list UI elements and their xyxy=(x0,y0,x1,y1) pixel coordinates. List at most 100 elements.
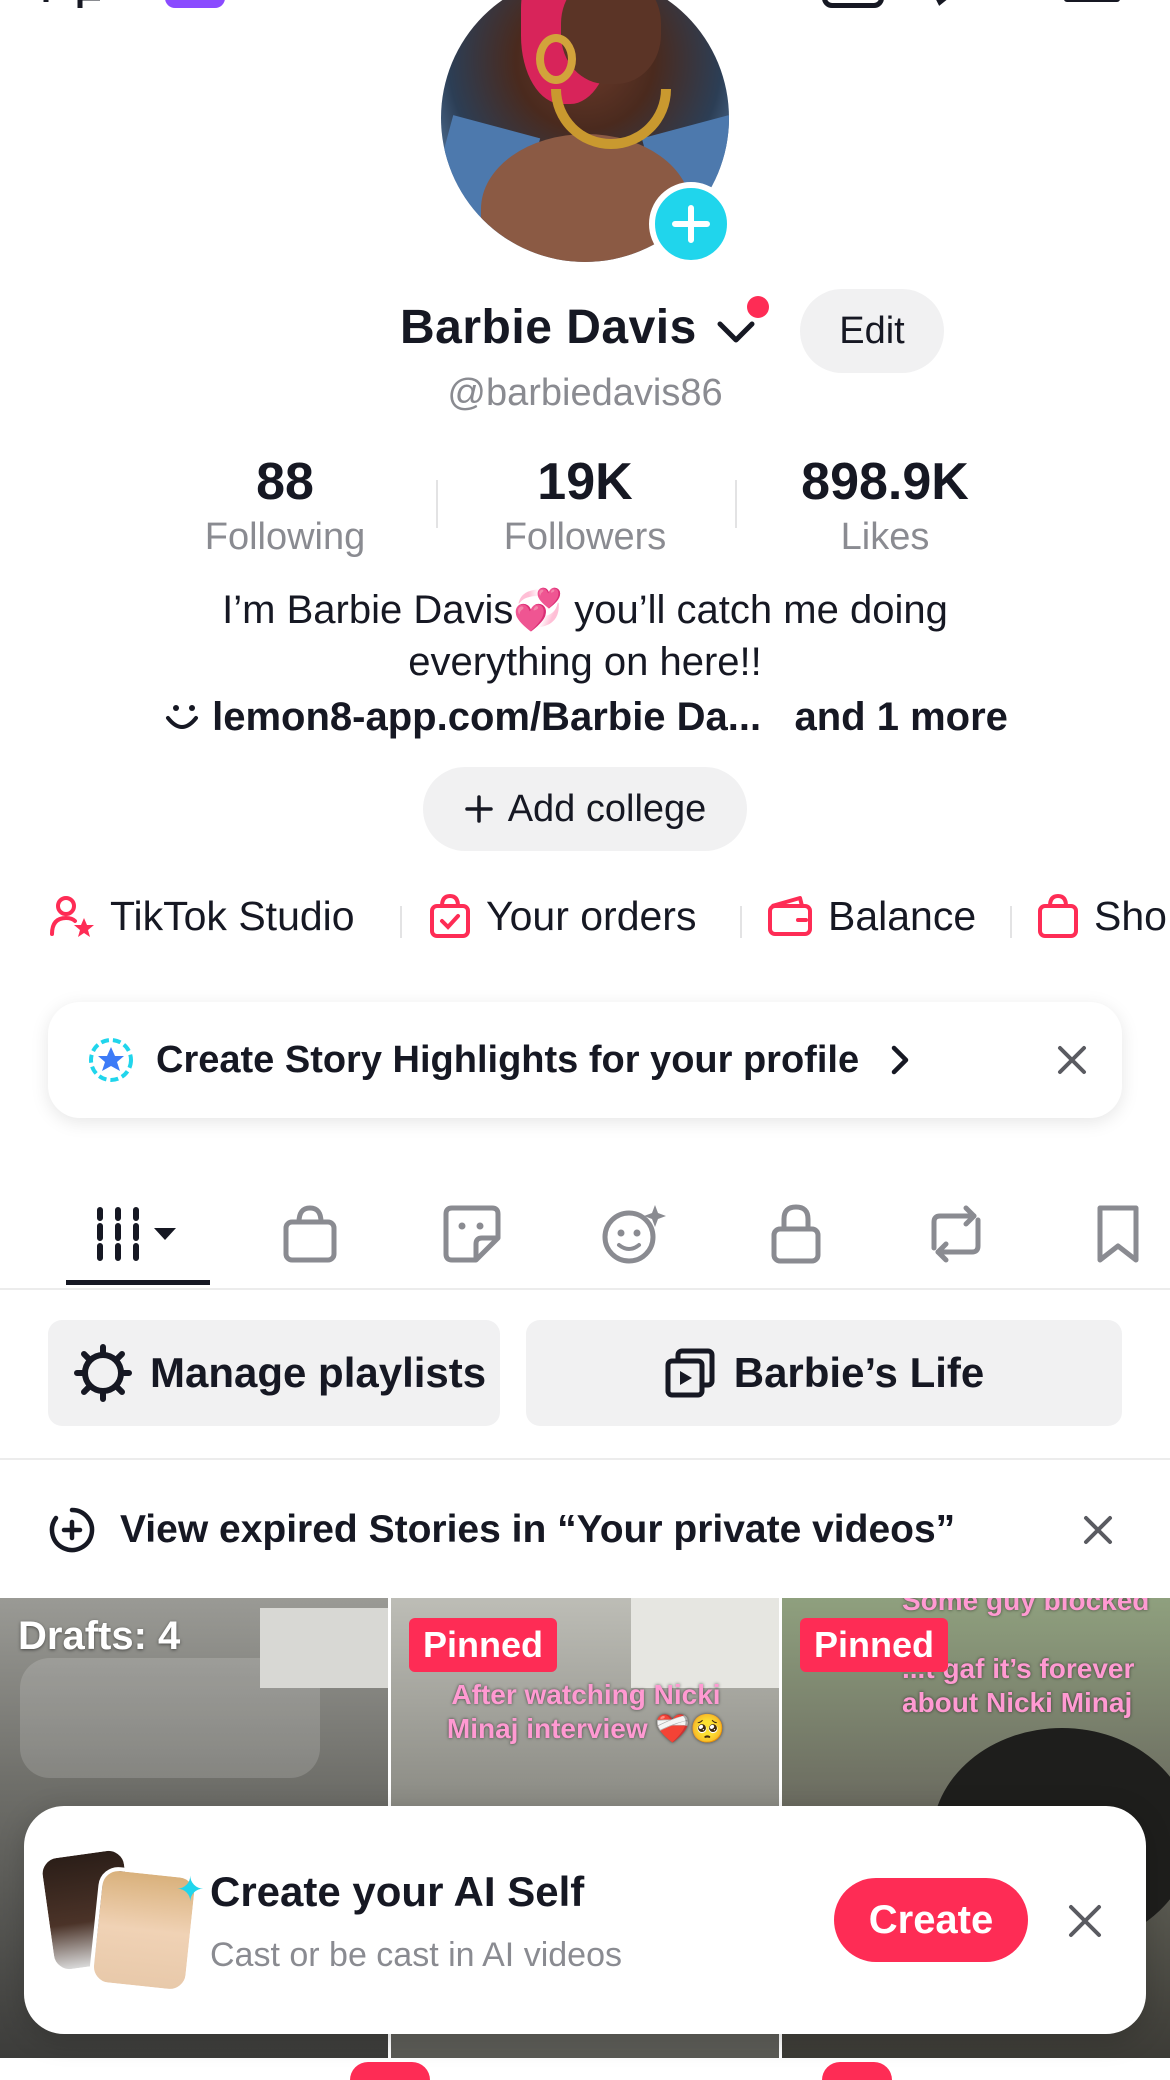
caption-line: about Nicki Minaj xyxy=(902,1687,1133,1718)
stat-divider xyxy=(735,480,737,528)
thumbnail-detail xyxy=(260,1608,388,1688)
pinned-badge: Pinned xyxy=(409,1618,558,1672)
gear-icon xyxy=(74,1344,132,1402)
activity-icon[interactable] xyxy=(930,0,990,6)
bio-link-more[interactable]: and 1 more xyxy=(794,695,1007,739)
quick-link-divider xyxy=(1010,906,1012,938)
close-icon[interactable] xyxy=(1066,1902,1104,1940)
quick-link-label: Sho xyxy=(1094,892,1167,939)
quick-link-your-orders[interactable]: Your orders xyxy=(428,886,696,946)
stat-value: 88 xyxy=(256,453,314,511)
close-icon[interactable] xyxy=(1082,1514,1114,1546)
close-icon[interactable] xyxy=(1054,1042,1090,1078)
tab-videos[interactable] xyxy=(88,1194,188,1274)
tab-shop[interactable] xyxy=(270,1194,350,1274)
creator-badge-icon[interactable] xyxy=(165,0,225,8)
quick-link-label: Your orders xyxy=(486,892,697,939)
chevron-right-icon xyxy=(891,1045,909,1075)
bookmark-icon xyxy=(1097,1205,1139,1263)
caption-line: Minaj interview ❤️‍🩹🥺 xyxy=(446,1713,726,1744)
playlist-icon xyxy=(665,1348,715,1398)
profile-name[interactable]: Barbie Davis xyxy=(400,300,697,355)
quick-link-label: Balance xyxy=(828,892,977,939)
story-banner-text: Create Story Highlights for your profile xyxy=(156,1038,860,1081)
add-story-button[interactable] xyxy=(649,182,733,266)
expired-stories-banner[interactable]: View expired Stories in “Your private vi… xyxy=(0,1500,1170,1560)
plus-icon xyxy=(464,795,493,823)
smile-link-icon xyxy=(166,705,199,729)
profile-tabs xyxy=(0,1180,1170,1290)
grid-bars-icon xyxy=(97,1207,176,1261)
thumbnail-detail xyxy=(631,1598,779,1688)
notification-badge xyxy=(350,2062,430,2080)
notification-dot xyxy=(747,296,769,318)
manage-playlists-label: Manage playlists xyxy=(150,1349,487,1396)
drafts-label: Drafts: 4 xyxy=(18,1614,181,1658)
quick-link-balance[interactable]: Balance xyxy=(766,886,976,946)
stat-followers[interactable]: 19K Followers xyxy=(455,452,715,559)
stat-value: 898.9K xyxy=(801,453,969,511)
person-star-icon xyxy=(50,896,94,937)
stat-likes[interactable]: 898.9K Likes xyxy=(755,452,1015,559)
avatar-detail xyxy=(561,0,661,84)
bio-line: everything on here!! xyxy=(408,640,762,684)
quick-link-tiktok-studio[interactable]: TikTok Studio xyxy=(48,886,355,946)
quick-link-divider xyxy=(740,906,742,938)
caption-line: After watching Nicki xyxy=(451,1679,721,1710)
bio-link[interactable]: lemon8-app.com/Barbie Da... xyxy=(212,695,761,739)
tab-stickers[interactable] xyxy=(432,1194,512,1274)
chevron-down-icon[interactable] xyxy=(716,312,756,352)
playlist-label: Barbie’s Life xyxy=(733,1349,985,1396)
sparkle-icon: ✦ xyxy=(176,1871,205,1909)
menu-icon[interactable] xyxy=(1064,0,1120,2)
repost-icon xyxy=(931,1205,981,1263)
active-tab-indicator xyxy=(66,1280,210,1285)
tab-private[interactable] xyxy=(756,1194,836,1274)
bio-link-row[interactable]: lemon8-app.com/Barbie Da... and 1 more xyxy=(0,695,1170,740)
story-add-icon xyxy=(49,1507,95,1553)
expired-stories-text: View expired Stories in “Your private vi… xyxy=(120,1508,956,1551)
manage-playlists-button[interactable]: Manage playlists xyxy=(48,1320,500,1426)
playlist-barbies-life[interactable]: Barbie’s Life xyxy=(526,1320,1122,1426)
stat-following[interactable]: 88 Following xyxy=(155,452,415,559)
plus-icon xyxy=(672,205,710,243)
sticker-icon xyxy=(443,1205,501,1263)
stat-value: 19K xyxy=(537,453,633,511)
tab-ai[interactable] xyxy=(594,1194,674,1274)
ai-face-icon xyxy=(602,1205,666,1264)
wallet-icon xyxy=(768,896,812,936)
profile-handle: @barbiedavis86 xyxy=(447,372,723,414)
lock-icon xyxy=(771,1204,821,1264)
stat-label: Likes xyxy=(840,516,930,558)
ai-self-popup[interactable]: ✦ Create your AI Self Cast or be cast in… xyxy=(24,1806,1146,2034)
story-highlights-banner[interactable]: Create Story Highlights for your profile xyxy=(48,1002,1122,1118)
star-badge-icon xyxy=(89,1038,133,1082)
quick-link-label: TikTok Studio xyxy=(110,892,355,939)
tab-reposts[interactable] xyxy=(916,1194,996,1274)
ai-create-button[interactable]: Create xyxy=(834,1878,1028,1962)
ai-avatars-image: ✦ xyxy=(36,1844,205,1995)
notification-badge xyxy=(822,2062,892,2080)
add-college-button[interactable]: Add college xyxy=(423,767,747,851)
stat-divider xyxy=(436,480,438,528)
bio-line: I’m Barbie Davis💞 you’ll catch me doing xyxy=(222,588,948,632)
footprint-icon[interactable] xyxy=(822,0,884,8)
shopping-bag-icon xyxy=(283,1205,337,1263)
shopping-bag-icon xyxy=(1038,893,1078,938)
quick-link-divider xyxy=(400,906,402,938)
tab-saved[interactable] xyxy=(1078,1194,1158,1274)
ai-self-title: Create your AI Self xyxy=(210,1868,585,1915)
profile-bio: I’m Barbie Davis💞 you’ll catch me doing … xyxy=(0,584,1170,688)
add-friend-icon[interactable] xyxy=(40,0,110,8)
ai-self-subtitle: Cast or be cast in AI videos xyxy=(210,1936,622,1974)
quick-link-shop[interactable]: Sho xyxy=(1036,886,1167,946)
avatar-detail xyxy=(536,34,576,84)
edit-profile-button[interactable]: Edit xyxy=(800,289,944,373)
section-divider xyxy=(0,1458,1170,1460)
pinned-badge: Pinned xyxy=(800,1618,949,1672)
stat-label: Followers xyxy=(503,516,667,558)
stat-label: Following xyxy=(204,516,366,558)
add-college-label: Add college xyxy=(507,787,707,830)
video-caption: After watching Nicki Minaj interview ❤️‍… xyxy=(431,1678,741,1746)
bag-check-icon xyxy=(430,893,470,938)
